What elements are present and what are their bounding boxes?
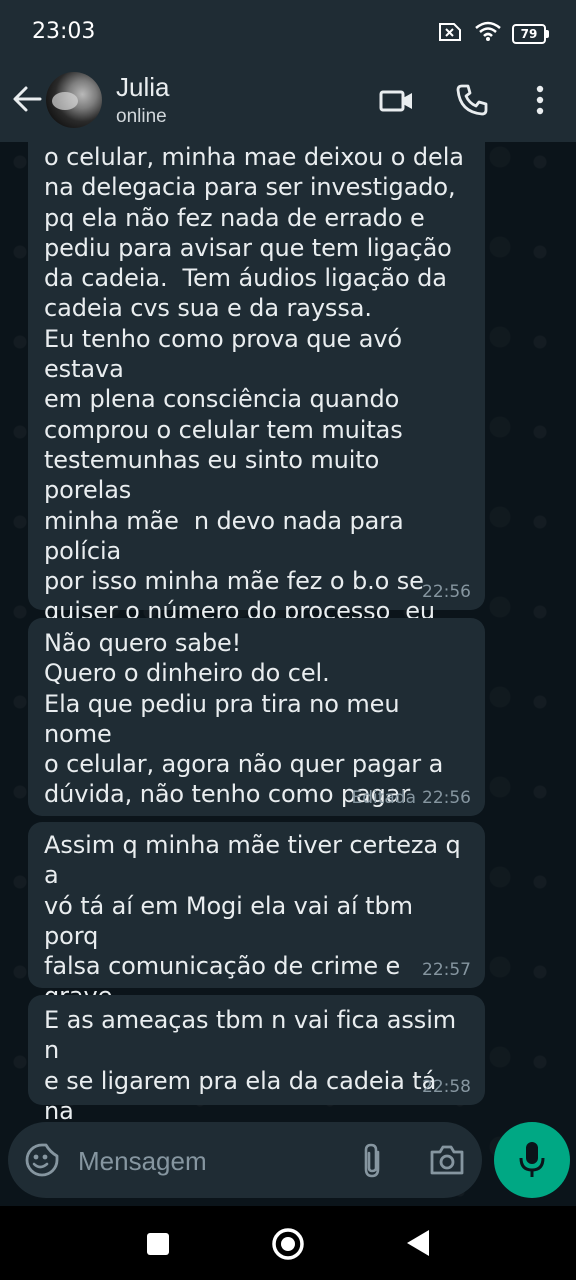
chat-header: Julia online xyxy=(0,62,576,142)
attach-icon[interactable] xyxy=(358,1142,388,1180)
contact-status: online xyxy=(116,106,167,127)
recents-square-icon[interactable] xyxy=(146,1232,170,1256)
mic-button[interactable] xyxy=(494,1122,570,1198)
avatar[interactable] xyxy=(46,72,102,128)
wifi-icon xyxy=(474,20,502,47)
no-sim-icon xyxy=(438,20,464,47)
status-time: 23:03 xyxy=(32,19,96,44)
message-bubble[interactable]: o celular, minha mae deixou o dela na de… xyxy=(28,142,485,747)
emoji-icon[interactable] xyxy=(24,1142,60,1178)
message-bubble[interactable]: Assim q minha mãe tiver certeza q a vó t… xyxy=(28,822,485,1101)
mic-icon xyxy=(518,1140,546,1180)
status-icons: 79 xyxy=(438,20,549,47)
contact-name[interactable]: Julia xyxy=(116,72,169,103)
message-bubble[interactable]: E as ameaças tbm n vai fica assim n e se… xyxy=(28,995,485,1155)
message-text: Não quero sabe! Quero o dinheiro do cel.… xyxy=(44,629,444,809)
message-time: 22:58 xyxy=(422,1077,471,1097)
phone-icon[interactable] xyxy=(454,82,490,118)
message-time: 22:57 xyxy=(422,960,471,980)
battery-icon: 79 xyxy=(512,23,549,44)
system-nav-bar xyxy=(0,1206,576,1280)
message-time: 22:56 xyxy=(422,582,471,602)
message-meta: Editada 22:56 xyxy=(351,788,471,808)
back-triangle-icon[interactable] xyxy=(404,1228,432,1258)
chat-area[interactable]: o celular, minha mae deixou o dela na de… xyxy=(0,142,576,1206)
camera-icon[interactable] xyxy=(428,1142,466,1178)
message-input[interactable] xyxy=(76,1140,350,1182)
back-arrow-icon[interactable] xyxy=(10,82,44,116)
message-meta: 22:58 xyxy=(422,1077,471,1097)
home-circle-icon[interactable] xyxy=(270,1226,306,1262)
message-bubble[interactable]: Não quero sabe! Quero o dinheiro do cel.… xyxy=(28,618,485,816)
status-bar: 23:03 79 xyxy=(0,0,576,62)
message-meta: 22:56 xyxy=(422,582,471,602)
video-call-icon[interactable] xyxy=(378,82,416,120)
message-time: 22:56 xyxy=(422,788,471,808)
message-meta: 22:57 xyxy=(422,960,471,980)
message-composer xyxy=(8,1122,482,1198)
chat-screen: 23:03 79 Julia online o celular, minha m… xyxy=(0,0,576,1280)
more-vert-icon[interactable] xyxy=(526,82,554,118)
message-edited-label: Editada xyxy=(351,788,416,808)
